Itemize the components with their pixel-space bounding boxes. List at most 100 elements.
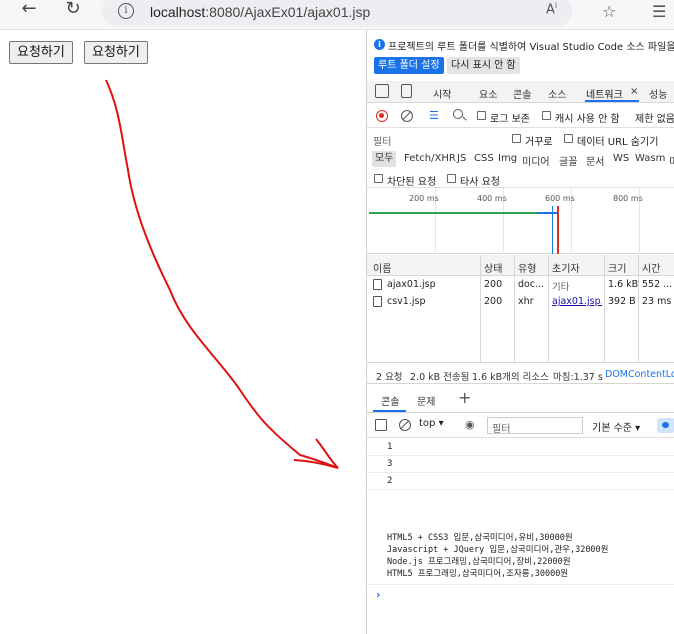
load-line xyxy=(557,206,559,254)
info-bar: i 프로젝트의 루트 폴더를 식별하여 Visual Studio Code 소… xyxy=(367,30,674,78)
network-filter-input[interactable]: 필터 xyxy=(373,133,391,148)
devtools-panel: i 프로젝트의 루트 폴더를 식별하여 Visual Studio Code 소… xyxy=(366,30,674,634)
inspect-icon[interactable] xyxy=(375,84,389,98)
col-type[interactable]: 유형 xyxy=(518,260,536,275)
summary-dom-loaded: DOMContentLoa xyxy=(605,369,674,380)
table-row[interactable]: csv1.jsp 200 xhr ajax01.jsp... 392 B 23 … xyxy=(367,294,674,310)
close-tab-icon[interactable]: × xyxy=(630,86,638,97)
row-time: 23 ms xyxy=(642,296,672,307)
type-filter-ws[interactable]: WS xyxy=(613,153,629,164)
console-toolbar: top ▾ ◉ 필터 기본 수준 ▾ xyxy=(367,414,674,438)
refresh-icon[interactable]: ↻ xyxy=(62,0,84,20)
disable-cache-checkbox[interactable] xyxy=(542,111,551,120)
file-icon xyxy=(373,279,382,290)
timeline-bar-xhr xyxy=(537,212,559,214)
type-filter-more[interactable]: 미 xyxy=(669,153,674,168)
info-icon: i xyxy=(374,39,385,50)
blocked-requests-checkbox[interactable] xyxy=(374,174,383,183)
network-table: 이름 상태 유형 초기자 크기 시간 ajax01.jsp 200 doc...… xyxy=(367,255,674,363)
timeline-tick: 400 ms xyxy=(477,194,507,203)
preserve-log-label: 로그 보존 xyxy=(490,114,530,125)
csv-line: HTML5 프로그래밍,삼국미디어,조자룡,30000원 xyxy=(387,569,569,579)
tab-sources[interactable]: 소스 xyxy=(548,86,566,101)
url-text[interactable]: localhost:8080/AjaxEx01/ajax01.jsp xyxy=(150,4,370,20)
blocked-row: 차단된 요청 타사 요청 xyxy=(367,170,674,188)
clear-icon[interactable] xyxy=(401,110,413,122)
site-info-icon[interactable]: i xyxy=(118,3,134,19)
col-status[interactable]: 상태 xyxy=(484,260,502,275)
timeline-bar-doc xyxy=(369,212,537,214)
type-filter-doc[interactable]: 문서 xyxy=(586,153,604,168)
col-initiator[interactable]: 초기자 xyxy=(552,260,580,275)
console-text: 1 xyxy=(387,442,393,452)
favorites-icon[interactable]: ☆ xyxy=(602,2,616,21)
summary-finish: 마침:1.37 s xyxy=(553,372,603,383)
tab-performance[interactable]: 성능 xyxy=(649,86,667,101)
set-root-folder-button[interactable]: 루트 폴더 설정 xyxy=(374,57,444,74)
type-filter-wasm[interactable]: Wasm xyxy=(635,153,665,164)
address-bar[interactable]: i localhost:8080/AjaxEx01/ajax01.jsp Aⅰ xyxy=(102,0,572,27)
devtools-tabs: 시작 요소 콘솔 소스 네트워크 × 성능 xyxy=(367,81,674,103)
row-name: csv1.jsp xyxy=(387,296,426,307)
dont-show-again-button[interactable]: 다시 표시 안 함 xyxy=(447,57,520,74)
log-level-select[interactable]: 기본 수준 ▾ xyxy=(592,419,640,434)
type-filter-all[interactable]: 모두 xyxy=(372,151,397,167)
col-size[interactable]: 크기 xyxy=(608,260,626,275)
type-filter-js[interactable]: JS xyxy=(457,153,466,164)
log-level-value: 기본 수준 xyxy=(592,423,632,434)
issues-badge-icon[interactable] xyxy=(657,418,674,433)
network-timeline[interactable]: 200 ms 400 ms 600 ms 800 ms xyxy=(367,188,674,254)
read-aloud-icon[interactable]: Aⅰ xyxy=(546,1,557,17)
console-text: 3 xyxy=(387,459,393,469)
third-party-checkbox[interactable] xyxy=(447,174,456,183)
col-time[interactable]: 시간 xyxy=(642,260,660,275)
drawer-tab-console[interactable]: 콘솔 xyxy=(381,393,399,408)
context-select[interactable]: top ▾ xyxy=(419,418,444,429)
add-panel-icon[interactable]: + xyxy=(458,388,471,407)
console-text: 2 xyxy=(387,476,393,486)
console-message-csv: HTML5 + CSS3 입문,삼국미디어,유비,30000원 Javascri… xyxy=(367,523,674,585)
type-filter-media[interactable]: 미디어 xyxy=(522,153,550,168)
collections-icon[interactable]: ☰ xyxy=(652,2,666,21)
type-filter-fetch-xhr[interactable]: Fetch/XHR xyxy=(404,153,456,164)
tab-network[interactable]: 네트워크 xyxy=(586,86,623,101)
col-name[interactable]: 이름 xyxy=(373,260,391,275)
timeline-tick: 800 ms xyxy=(613,194,643,203)
table-row[interactable]: ajax01.jsp 200 doc... 기타 1.6 kB 552 ... xyxy=(367,277,674,293)
info-text: 프로젝트의 루트 폴더를 식별하여 Visual Studio Code 소스 … xyxy=(388,42,674,53)
row-initiator: 기타 xyxy=(552,282,570,293)
eye-icon[interactable]: ◉ xyxy=(465,418,475,431)
tab-console[interactable]: 콘솔 xyxy=(513,86,531,101)
row-size: 392 B xyxy=(608,296,636,307)
sidebar-toggle-icon[interactable] xyxy=(375,419,387,431)
type-filter-img[interactable]: Img xyxy=(498,153,517,164)
tab-elements[interactable]: 요소 xyxy=(479,86,497,101)
throttle-select[interactable]: 제한 없음 xyxy=(635,110,674,125)
invert-checkbox[interactable] xyxy=(512,134,521,143)
csv-line: Node.js 프로그래밍,삼국미디어,장비,22000원 xyxy=(387,557,571,567)
page-content: 요청하기 요청하기 xyxy=(0,30,367,634)
device-toolbar-icon[interactable] xyxy=(401,84,412,98)
hide-data-urls-label: 데이터 URL 숨기기 xyxy=(577,137,659,148)
row-name: ajax01.jsp xyxy=(387,279,436,290)
row-initiator-link[interactable]: ajax01.jsp... xyxy=(552,296,602,307)
console-filter-input[interactable]: 필터 xyxy=(487,417,583,435)
row-size: 1.6 kB xyxy=(608,279,639,290)
record-icon[interactable] xyxy=(376,110,388,122)
hide-data-urls-checkbox[interactable] xyxy=(564,134,573,143)
clear-console-icon[interactable] xyxy=(399,419,411,431)
url-path: :8080/AjaxEx01/ajax01.jsp xyxy=(205,4,371,20)
drawer-tab-issues[interactable]: 문제 xyxy=(417,393,435,408)
preserve-log-checkbox[interactable] xyxy=(477,111,486,120)
url-host: localhost xyxy=(150,4,206,20)
console-filter-placeholder: 필터 xyxy=(492,424,511,435)
type-filter-css[interactable]: CSS xyxy=(474,153,494,164)
blocked-requests-label: 차단된 요청 xyxy=(387,177,437,188)
console-prompt-icon[interactable]: › xyxy=(376,588,381,601)
search-icon[interactable] xyxy=(453,109,463,119)
filter-icon[interactable]: ☰ xyxy=(429,110,439,121)
type-filter-font[interactable]: 글꼴 xyxy=(559,153,577,168)
back-arrow-icon[interactable]: ← xyxy=(18,0,40,20)
red-annotation-arrow xyxy=(105,79,339,469)
tab-welcome[interactable]: 시작 xyxy=(433,86,451,101)
